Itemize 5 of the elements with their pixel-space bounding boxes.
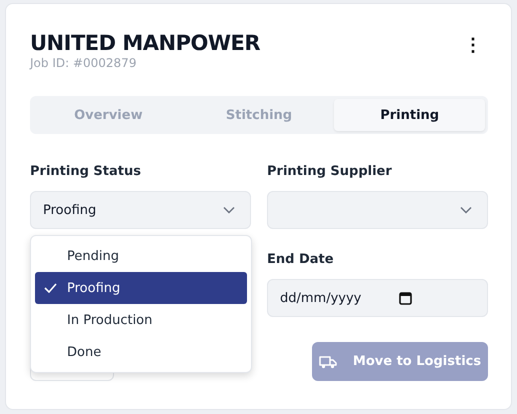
field-label: Printing Status (30, 164, 142, 180)
field-label: Printing Supplier (267, 164, 393, 180)
field-label: End Date (267, 252, 335, 268)
job-id: Job ID: #0002879 (30, 56, 138, 71)
company-title: UNITED MANPOWER (30, 30, 260, 56)
